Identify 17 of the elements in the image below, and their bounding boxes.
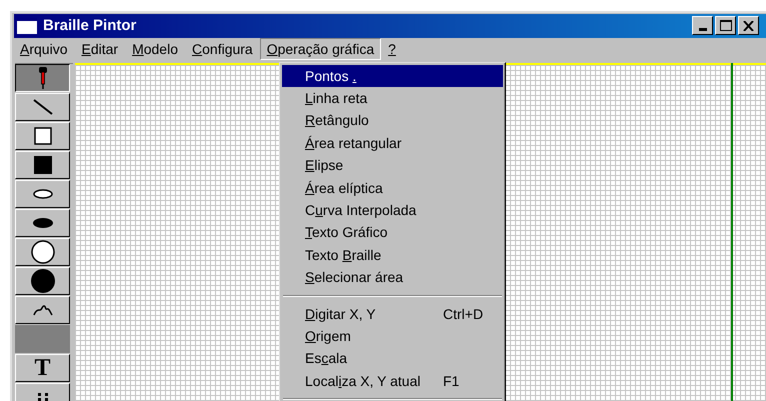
menu-item-label: Escala	[305, 349, 348, 368]
menu-item-label: Digitar X, Y	[305, 304, 376, 324]
menu-item-label: Texto Braille	[305, 246, 382, 265]
menu-item-label: Localiza X, Y atual	[305, 372, 420, 391]
window-title: Braille Pintor	[43, 16, 136, 36]
menu-item-label: Curva Interpolada	[305, 201, 416, 220]
menu-item-label: Linha reta	[305, 89, 368, 108]
shortcut-label: F1	[443, 372, 460, 391]
menu-item-label: Área elíptica	[305, 178, 383, 198]
shortcut-label: Ctrl+D	[443, 304, 484, 324]
menu-item-label: Área retangular	[305, 134, 402, 153]
menu-item-label: Elipse	[305, 156, 344, 176]
menu-item-label: Retângulo	[305, 111, 369, 130]
menu-item-label: Origem	[305, 326, 351, 346]
menu-item-label: Pontos .	[305, 66, 356, 86]
menu-item-label: Selecionar área	[305, 268, 404, 288]
menu-item-label: Texto Gráfico	[305, 223, 388, 242]
